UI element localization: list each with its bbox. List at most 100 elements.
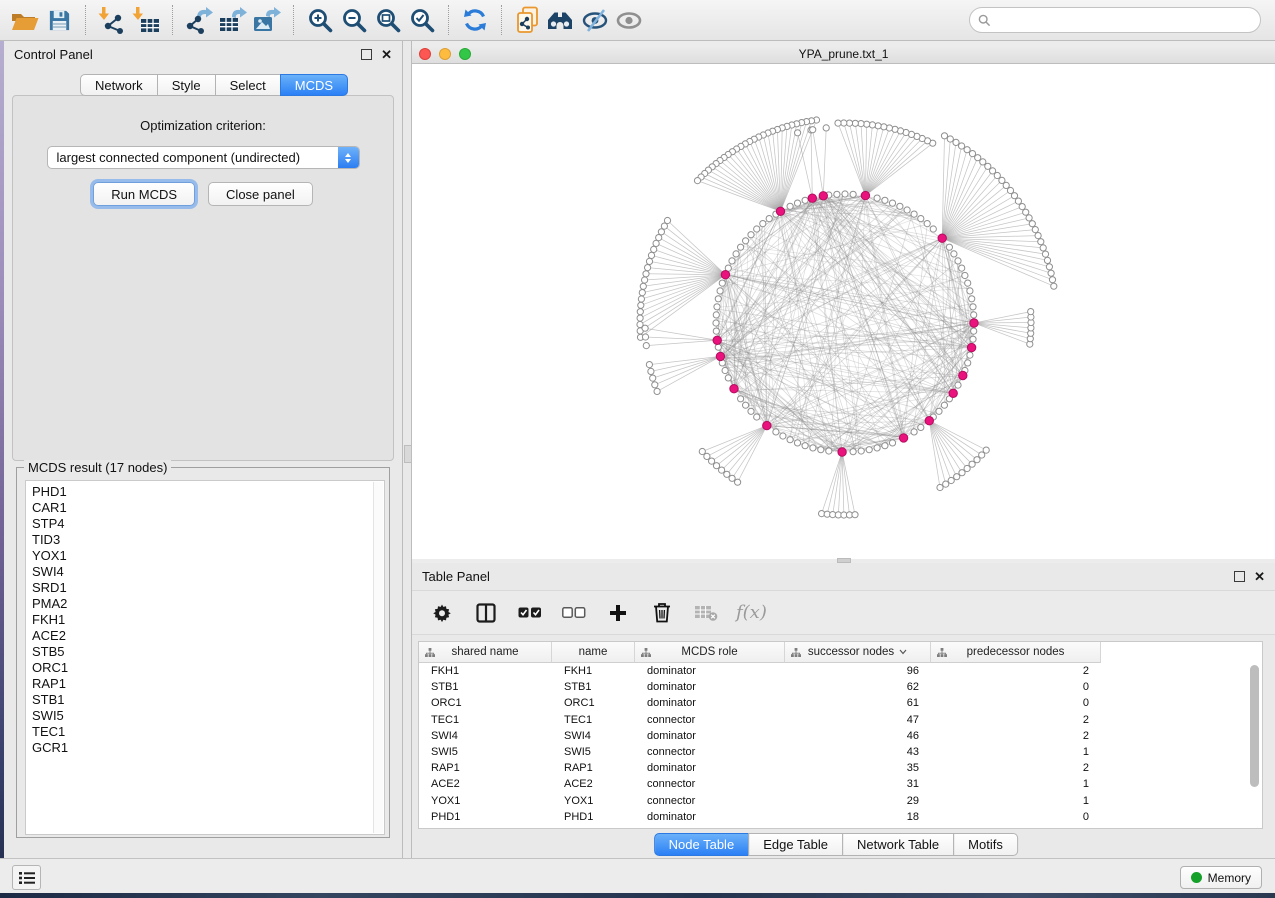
apply-preferred-layout-icon[interactable] (458, 4, 492, 36)
mcds-tab-content: Optimization criterion: largest connecte… (12, 95, 394, 461)
show-columns-icon[interactable] (472, 599, 500, 627)
mcds-node-item[interactable]: STB1 (32, 692, 384, 708)
toolbar-separator (293, 5, 294, 35)
export-image-icon[interactable] (250, 4, 284, 36)
mcds-list-scrollbar[interactable] (373, 482, 383, 833)
hide-selected-icon[interactable] (579, 4, 613, 36)
desktop-wallpaper-bottom (0, 893, 1275, 898)
mcds-node-item[interactable]: RAP1 (32, 676, 384, 692)
export-network-icon[interactable] (182, 4, 216, 36)
import-network-icon[interactable] (95, 4, 129, 36)
zoom-fit-icon[interactable] (371, 4, 405, 36)
table-scrollbar-thumb[interactable] (1250, 665, 1259, 787)
table-row-STB1[interactable]: STB1STB1dominator620 (419, 679, 1262, 695)
table-row-SWI4[interactable]: SWI4SWI4dominator462 (419, 728, 1262, 744)
table-row-ACE2[interactable]: ACE2ACE2connector311 (419, 776, 1262, 792)
search-field[interactable] (969, 7, 1261, 33)
zoom-in-icon[interactable] (303, 4, 337, 36)
mcds-node-item[interactable]: TID3 (32, 532, 384, 548)
mcds-node-item[interactable]: SWI4 (32, 564, 384, 580)
import-table-icon[interactable] (129, 4, 163, 36)
create-column-icon[interactable] (604, 599, 632, 627)
zoom-selected-icon[interactable] (405, 4, 439, 36)
find-icon[interactable] (545, 4, 579, 36)
mcds-result-list[interactable]: PHD1CAR1STP4TID3YOX1SWI4SRD1PMA2FKH1ACE2… (25, 480, 385, 835)
toolbar-separator (501, 5, 502, 35)
table-scrollbar[interactable] (1249, 665, 1260, 824)
node-table: shared namenameMCDS rolesuccessor nodesp… (418, 641, 1263, 829)
open-session-icon[interactable] (8, 4, 42, 36)
tab-network-table[interactable]: Network Table (842, 833, 954, 856)
column-header-shared-name[interactable]: shared name (419, 642, 552, 663)
toolbar-separator (85, 5, 86, 35)
shared-column-icon (937, 648, 947, 657)
close-window-icon[interactable] (419, 48, 431, 60)
minimize-window-icon[interactable] (439, 48, 451, 60)
float-panel-icon[interactable] (361, 49, 372, 60)
network-title: YPA_prune.txt_1 (799, 47, 889, 61)
close-panel-button[interactable]: Close panel (208, 182, 313, 206)
table-row-YOX1[interactable]: YOX1YOX1connector291 (419, 793, 1262, 809)
clone-network-icon[interactable] (511, 4, 545, 36)
vertical-splitter[interactable] (402, 41, 412, 858)
task-history-button[interactable] (12, 865, 41, 890)
tab-node-table[interactable]: Node Table (654, 833, 750, 856)
search-input[interactable] (996, 12, 1252, 28)
maximize-window-icon[interactable] (459, 48, 471, 60)
mcds-node-item[interactable]: GCR1 (32, 740, 384, 756)
float-panel-icon[interactable] (1234, 571, 1245, 582)
mcds-node-item[interactable]: YOX1 (32, 548, 384, 564)
tab-style[interactable]: Style (157, 74, 216, 96)
table-row-PHD1[interactable]: PHD1PHD1dominator180 (419, 809, 1262, 825)
tab-select[interactable]: Select (215, 74, 281, 96)
close-panel-icon[interactable]: ✕ (1254, 571, 1265, 582)
delete-column-icon[interactable] (648, 599, 676, 627)
deselect-all-icon[interactable] (560, 599, 588, 627)
memory-button[interactable]: Memory (1180, 866, 1262, 889)
table-row-FKH1[interactable]: FKH1FKH1dominator962 (419, 663, 1262, 679)
show-all-icon[interactable] (613, 4, 647, 36)
mcds-node-item[interactable]: SRD1 (32, 580, 384, 596)
control-panel-titlebar: Control Panel ✕ (4, 41, 402, 67)
close-panel-icon[interactable]: ✕ (381, 49, 392, 60)
control-panel-tabs: Network Style Select MCDS (81, 74, 348, 96)
export-table-icon[interactable] (216, 4, 250, 36)
save-session-icon[interactable] (42, 4, 76, 36)
mcds-node-item[interactable]: STP4 (32, 516, 384, 532)
network-titlebar[interactable]: YPA_prune.txt_1 (412, 45, 1275, 64)
table-row-RAP1[interactable]: RAP1RAP1dominator352 (419, 760, 1262, 776)
mcds-node-item[interactable]: CAR1 (32, 500, 384, 516)
table-panel: Table Panel ✕ (412, 563, 1275, 858)
run-mcds-button[interactable]: Run MCDS (93, 182, 195, 206)
tab-network[interactable]: Network (80, 74, 158, 96)
mcds-node-item[interactable]: PHD1 (32, 484, 384, 500)
mcds-node-item[interactable]: ORC1 (32, 660, 384, 676)
mcds-node-item[interactable]: SWI5 (32, 708, 384, 724)
column-header-MCDS-role[interactable]: MCDS role (635, 642, 785, 663)
status-bar: Memory (0, 858, 1275, 893)
control-panel-title: Control Panel (14, 47, 93, 62)
column-header-predecessor-nodes[interactable]: predecessor nodes (931, 642, 1101, 663)
mcds-node-item[interactable]: STB5 (32, 644, 384, 660)
mcds-node-item[interactable]: TEC1 (32, 724, 384, 740)
toolbar-separator (172, 5, 173, 35)
splitter-handle[interactable] (404, 445, 412, 463)
column-header-successor-nodes[interactable]: successor nodes (785, 642, 931, 663)
network-canvas[interactable] (412, 64, 1275, 559)
zoom-out-icon[interactable] (337, 4, 371, 36)
table-panel-titlebar: Table Panel ✕ (412, 563, 1275, 589)
tab-motifs[interactable]: Motifs (953, 833, 1018, 856)
table-settings-icon[interactable] (428, 599, 456, 627)
table-row-ORC1[interactable]: ORC1ORC1dominator610 (419, 695, 1262, 711)
tab-edge-table[interactable]: Edge Table (748, 833, 843, 856)
tab-mcds[interactable]: MCDS (280, 74, 348, 96)
mcds-node-item[interactable]: PMA2 (32, 596, 384, 612)
optimization-criterion-select[interactable]: largest connected component (undirected) (47, 146, 360, 169)
table-row-SWI5[interactable]: SWI5SWI5connector431 (419, 744, 1262, 760)
select-all-icon[interactable] (516, 599, 544, 627)
mcds-node-item[interactable]: ACE2 (32, 628, 384, 644)
column-header-name[interactable]: name (552, 642, 635, 663)
mcds-node-item[interactable]: FKH1 (32, 612, 384, 628)
node-table-header: shared namenameMCDS rolesuccessor nodesp… (419, 642, 1262, 663)
table-row-TEC1[interactable]: TEC1TEC1connector472 (419, 712, 1262, 728)
